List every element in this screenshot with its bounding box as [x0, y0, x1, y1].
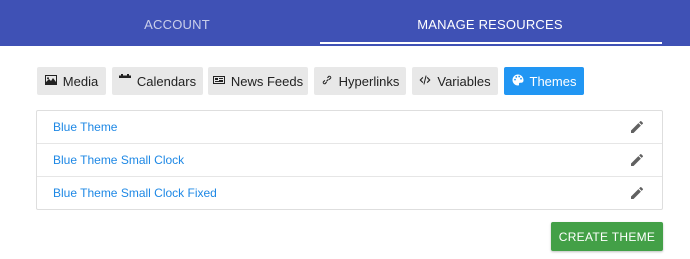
pencil-icon[interactable] — [629, 119, 645, 135]
resource-tab-label: Calendars — [136, 73, 197, 89]
newspaper-icon — [212, 74, 225, 89]
tab-manage-resources[interactable]: MANAGE RESOURCES — [330, 0, 650, 46]
list-item: Blue Theme Small Clock Fixed — [37, 177, 662, 210]
palette-icon — [512, 74, 524, 89]
theme-name-link[interactable]: Blue Theme Small Clock Fixed — [53, 177, 217, 210]
resource-tab-themes[interactable]: Themes — [504, 67, 584, 95]
link-icon — [321, 74, 333, 89]
resource-tab-label: Media — [62, 73, 99, 89]
theme-name-link[interactable]: Blue Theme — [53, 111, 117, 144]
resource-tab-hyperlinks[interactable]: Hyperlinks — [314, 67, 406, 95]
resource-tab-media[interactable]: Media — [37, 67, 106, 95]
resource-tab-label: News Feeds — [230, 73, 304, 89]
image-icon — [44, 74, 57, 89]
resource-tab-variables[interactable]: Variables — [412, 67, 498, 95]
create-theme-button[interactable]: CREATE THEME — [551, 222, 663, 251]
calendar-icon — [118, 73, 131, 89]
top-app-bar: ACCOUNT MANAGE RESOURCES — [0, 0, 690, 46]
resource-tab-calendars[interactable]: Calendars — [112, 67, 203, 95]
resource-tab-news-feeds[interactable]: News Feeds — [208, 67, 308, 95]
resource-tab-label: Variables — [437, 73, 491, 89]
code-icon — [419, 74, 431, 89]
list-item: Blue Theme — [37, 111, 662, 144]
theme-name-link[interactable]: Blue Theme Small Clock — [53, 144, 184, 177]
resource-tab-label: Themes — [529, 73, 577, 89]
theme-list: Blue Theme Blue Theme Small Clock Blue T… — [36, 110, 663, 210]
pencil-icon[interactable] — [629, 152, 645, 168]
list-item: Blue Theme Small Clock — [37, 144, 662, 177]
tab-account[interactable]: ACCOUNT — [17, 0, 337, 46]
resource-tab-label: Hyperlinks — [338, 73, 400, 89]
pencil-icon[interactable] — [629, 185, 645, 201]
active-tab-indicator — [320, 42, 662, 44]
